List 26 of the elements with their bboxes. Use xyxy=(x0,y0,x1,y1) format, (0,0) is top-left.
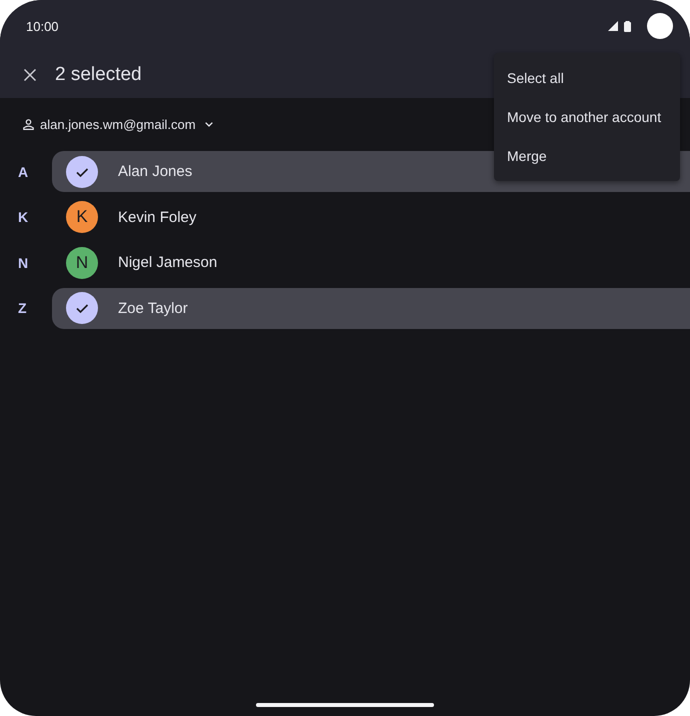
contact-avatar: K xyxy=(66,201,98,233)
person-icon xyxy=(23,119,34,130)
check-avatar-icon xyxy=(66,156,98,188)
signal-icon xyxy=(608,21,618,31)
section-letter: K xyxy=(17,209,30,225)
status-time: 10:00 xyxy=(26,18,60,34)
section-letter: Z xyxy=(17,300,28,316)
contact-row[interactable]: K Kevin Foley xyxy=(52,196,690,238)
contact-name: Kevin Foley xyxy=(118,208,196,226)
contact-name: Alan Jones xyxy=(118,163,192,180)
menu-item[interactable]: Move to another account xyxy=(494,97,680,136)
contact-name: Zoe Taylor xyxy=(118,300,188,316)
account-selector[interactable]: alan.jones.wm@gmail.com xyxy=(23,115,213,134)
section-letter: N xyxy=(17,254,30,270)
header-title: 2 selected xyxy=(55,64,142,86)
check-avatar-icon xyxy=(66,292,98,324)
contact-row[interactable]: Zoe Taylor xyxy=(52,288,690,328)
close-icon xyxy=(24,68,36,80)
camera-cutout-icon xyxy=(647,13,673,39)
contact-row[interactable]: N Nigel Jameson xyxy=(52,242,690,283)
contact-avatar: N xyxy=(66,246,98,278)
contact-name: Nigel Jameson xyxy=(118,254,218,271)
battery-icon xyxy=(624,20,631,32)
menu-item[interactable]: Select all xyxy=(494,58,680,97)
chevron-down-icon xyxy=(204,122,213,127)
section-letter: A xyxy=(17,164,30,180)
